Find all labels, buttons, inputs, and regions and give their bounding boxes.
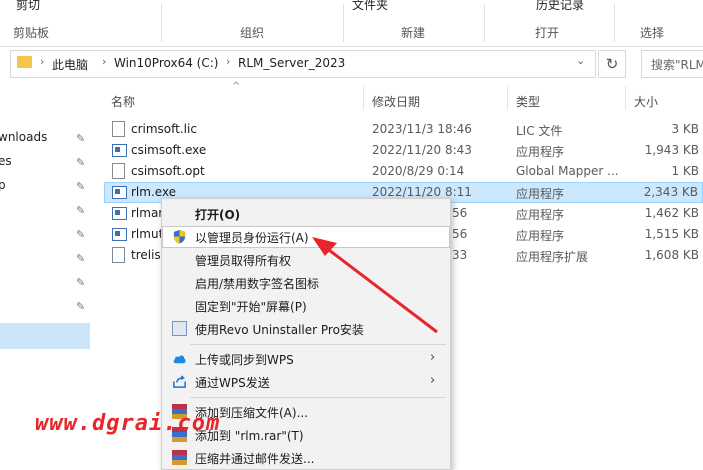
watermark: www.dgrai.com (35, 411, 221, 436)
arrow-shaft (324, 245, 438, 334)
annotation-arrow (312, 237, 438, 334)
